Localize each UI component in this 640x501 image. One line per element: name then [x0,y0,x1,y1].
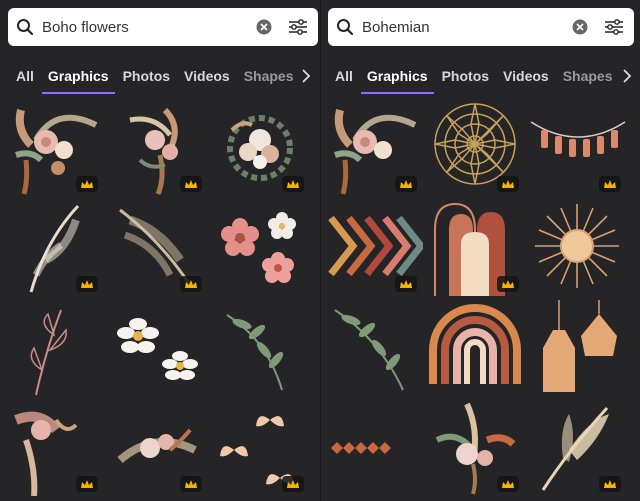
graphic-corner-floral[interactable] [6,400,104,496]
graphic-butterflies[interactable] [212,400,310,496]
tab-videos[interactable]: Videos [503,58,549,94]
graphic-green-leaves[interactable] [325,300,423,396]
right-panel: Bohemian All Graphics Photos Videos Shap… [320,0,640,501]
chevron-right-icon[interactable] [298,67,314,85]
filter-icon[interactable] [594,8,634,46]
graphic-pampas-grass[interactable] [6,200,104,296]
graphic-flat-flowers[interactable] [212,200,310,296]
category-tabs-left: All Graphics Photos Videos Shapes [0,58,320,94]
graphic-green-leaves[interactable] [212,300,310,396]
tab-all[interactable]: All [335,58,353,94]
graphic-boho-bouquet-3[interactable] [427,400,525,496]
graphic-boho-rainbow[interactable] [427,300,525,396]
premium-crown-icon [180,176,202,192]
graphic-chevron-arrows[interactable] [325,200,423,296]
chevron-right-icon[interactable] [619,67,635,85]
premium-crown-icon [180,476,202,492]
premium-crown-icon [395,176,417,192]
search-bar-right[interactable]: Bohemian [328,8,634,46]
graphic-boho-wreath[interactable] [212,100,310,196]
tab-photos[interactable]: Photos [123,58,170,94]
premium-crown-icon [497,276,519,292]
graphic-boho-bouquet[interactable] [325,100,423,196]
search-input[interactable]: Bohemian [362,19,566,36]
premium-crown-icon [76,276,98,292]
graphic-boho-arches[interactable] [427,200,525,296]
premium-crown-icon [497,176,519,192]
premium-crown-icon [395,276,417,292]
filter-icon[interactable] [278,8,318,46]
premium-crown-icon [76,476,98,492]
graphic-dried-grass[interactable] [110,200,208,296]
category-tabs-right: All Graphics Photos Videos Shapes [321,58,640,94]
graphic-geometric-border[interactable] [325,400,423,496]
premium-crown-icon [599,176,621,192]
search-input[interactable]: Boho flowers [42,19,250,36]
tab-all[interactable]: All [16,58,34,94]
graphic-dried-palm[interactable] [529,400,627,496]
premium-crown-icon [180,276,202,292]
graphic-mandala[interactable] [427,100,525,196]
clear-search-icon[interactable] [250,8,278,46]
tab-videos[interactable]: Videos [184,58,230,94]
graphic-floral-arrangement[interactable] [110,400,208,496]
premium-crown-icon [282,476,304,492]
graphic-boho-bouquet[interactable] [6,100,104,196]
graphic-woven-lamps[interactable] [529,300,627,396]
premium-crown-icon [497,476,519,492]
tab-shapes[interactable]: Shapes [244,58,294,94]
search-icon[interactable] [8,8,42,46]
clear-search-icon[interactable] [566,8,594,46]
tab-photos[interactable]: Photos [442,58,489,94]
premium-crown-icon [599,476,621,492]
tab-graphics[interactable]: Graphics [360,58,434,94]
premium-crown-icon [76,176,98,192]
left-panel: Boho flowers All Graphics Photos Videos … [0,0,320,501]
graphic-boho-sun[interactable] [529,200,627,296]
search-bar-left[interactable]: Boho flowers [8,8,318,46]
graphic-daisies[interactable] [110,300,208,396]
tab-shapes[interactable]: Shapes [563,58,613,94]
graphic-boho-bouquet-2[interactable] [110,100,208,196]
premium-crown-icon [282,176,304,192]
graphic-line-branch[interactable] [6,300,104,396]
tab-graphics[interactable]: Graphics [41,58,115,94]
graphic-tassel-garland[interactable] [529,100,627,196]
search-icon[interactable] [328,8,362,46]
